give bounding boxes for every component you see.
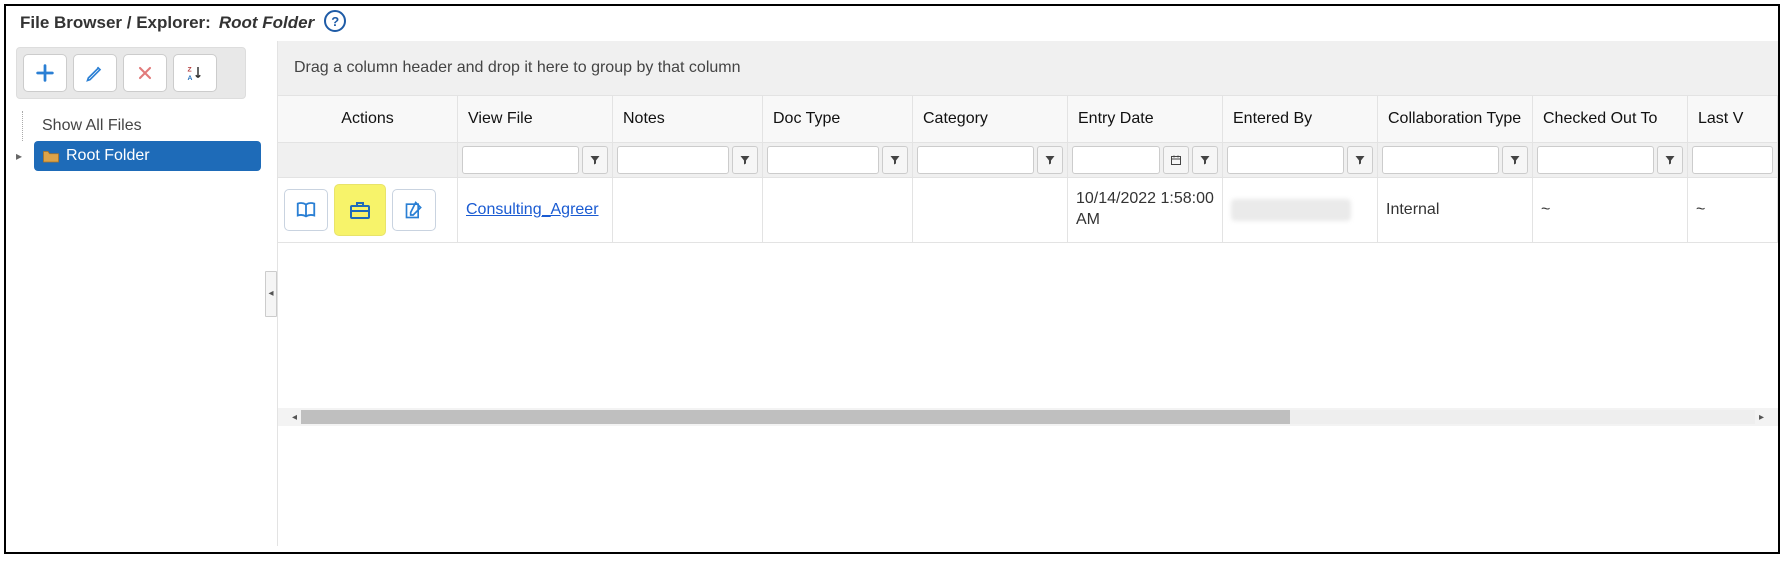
filter-icon[interactable] bbox=[882, 146, 908, 174]
filter-checked bbox=[1533, 143, 1688, 177]
scroll-right-icon[interactable]: ▸ bbox=[1755, 412, 1768, 423]
filter-notes-input[interactable] bbox=[617, 146, 729, 174]
filter-doctype-input[interactable] bbox=[767, 146, 879, 174]
cell-doctype bbox=[763, 178, 913, 242]
filter-icon[interactable] bbox=[732, 146, 758, 174]
col-last-v[interactable]: Last V bbox=[1688, 96, 1778, 142]
cell-collab: Internal bbox=[1378, 178, 1533, 242]
add-button[interactable] bbox=[23, 54, 67, 92]
redacted-value bbox=[1231, 199, 1351, 221]
help-icon[interactable]: ? bbox=[324, 10, 346, 32]
grid-header-row: Actions View File Notes Doc Type Categor… bbox=[278, 96, 1778, 143]
tree-root-folder[interactable]: ▸ Root Folder bbox=[34, 141, 261, 171]
col-entry-date[interactable]: Entry Date bbox=[1068, 96, 1223, 142]
file-link[interactable]: Consulting_Agreer bbox=[466, 201, 599, 219]
cell-checked-out: ~ bbox=[1533, 178, 1688, 242]
view-action-button[interactable] bbox=[284, 189, 328, 231]
grid-filter-row bbox=[278, 143, 1778, 178]
cell-last-v: ~ bbox=[1688, 178, 1778, 242]
col-collab-type[interactable]: Collaboration Type bbox=[1378, 96, 1533, 142]
sort-button[interactable]: Z A bbox=[173, 54, 217, 92]
filter-notes bbox=[613, 143, 763, 177]
filter-lastv bbox=[1688, 143, 1778, 177]
group-drop-zone[interactable]: Drag a column header and drop it here to… bbox=[278, 41, 1778, 96]
cell-actions bbox=[278, 178, 458, 242]
filter-icon[interactable] bbox=[1192, 146, 1218, 174]
content: Z A Show All Files ▸ Root Folder bbox=[6, 40, 1778, 546]
tree-label: Root Folder bbox=[66, 147, 150, 165]
cell-entry-date: 10/14/2022 1:58:00 AM bbox=[1068, 178, 1223, 242]
filter-enteredby-input[interactable] bbox=[1227, 146, 1344, 174]
filter-collab bbox=[1378, 143, 1533, 177]
col-view-file[interactable]: View File bbox=[458, 96, 613, 142]
filter-view bbox=[458, 143, 613, 177]
filter-icon[interactable] bbox=[1657, 146, 1683, 174]
expand-icon[interactable]: ▸ bbox=[16, 149, 22, 163]
main-panel: Drag a column header and drop it here to… bbox=[277, 41, 1778, 546]
collapse-handle-icon[interactable]: ◂ bbox=[265, 271, 277, 317]
sort-za-icon: Z A bbox=[186, 64, 204, 82]
table-row: Consulting_Agreer 10/14/2022 1:58:00 AM … bbox=[278, 178, 1778, 243]
scroll-track[interactable] bbox=[301, 410, 1755, 424]
edit-button[interactable] bbox=[73, 54, 117, 92]
pencil-icon bbox=[85, 63, 105, 83]
filter-entry bbox=[1068, 143, 1223, 177]
filter-category-input[interactable] bbox=[917, 146, 1034, 174]
cell-entered-by bbox=[1223, 178, 1378, 242]
app-frame: File Browser / Explorer: Root Folder ? Z bbox=[4, 4, 1780, 554]
folder-icon bbox=[42, 148, 60, 164]
scroll-left-icon[interactable]: ◂ bbox=[288, 412, 301, 423]
page-header: File Browser / Explorer: Root Folder ? bbox=[6, 12, 1778, 40]
header-prefix: File Browser / Explorer: bbox=[20, 13, 211, 33]
filter-icon[interactable] bbox=[1347, 146, 1373, 174]
scroll-thumb[interactable] bbox=[301, 410, 1290, 424]
filter-view-input[interactable] bbox=[462, 146, 579, 174]
filter-enteredby bbox=[1223, 143, 1378, 177]
calendar-icon[interactable] bbox=[1163, 146, 1189, 174]
col-entered-by[interactable]: Entered By bbox=[1223, 96, 1378, 142]
svg-text:A: A bbox=[188, 75, 193, 82]
briefcase-action-button[interactable] bbox=[334, 184, 386, 236]
svg-text:Z: Z bbox=[188, 67, 192, 74]
tree-label: Show All Files bbox=[42, 117, 142, 135]
cell-view-file: Consulting_Agreer bbox=[458, 178, 613, 242]
filter-doctype bbox=[763, 143, 913, 177]
filter-icon[interactable] bbox=[582, 146, 608, 174]
tree-show-all[interactable]: Show All Files bbox=[34, 111, 261, 141]
filter-lastv-input[interactable] bbox=[1692, 146, 1773, 174]
col-actions[interactable]: Actions bbox=[278, 96, 458, 142]
cell-category bbox=[913, 178, 1068, 242]
filter-icon[interactable] bbox=[1502, 146, 1528, 174]
header-location: Root Folder bbox=[219, 13, 314, 33]
sidebar-toolbar: Z A bbox=[16, 47, 246, 99]
edit-action-button[interactable] bbox=[392, 189, 436, 231]
filter-category bbox=[913, 143, 1068, 177]
filter-icon[interactable] bbox=[1037, 146, 1063, 174]
col-doc-type[interactable]: Doc Type bbox=[763, 96, 913, 142]
filter-entry-input[interactable] bbox=[1072, 146, 1160, 174]
splitter[interactable]: ◂ bbox=[271, 41, 277, 546]
filter-checked-input[interactable] bbox=[1537, 146, 1654, 174]
cell-notes bbox=[613, 178, 763, 242]
briefcase-icon bbox=[348, 198, 372, 222]
folder-tree: Show All Files ▸ Root Folder bbox=[16, 111, 261, 171]
edit-note-icon bbox=[404, 200, 424, 220]
book-open-icon bbox=[295, 199, 317, 221]
col-checked-out[interactable]: Checked Out To bbox=[1533, 96, 1688, 142]
col-notes[interactable]: Notes bbox=[613, 96, 763, 142]
horizontal-scrollbar[interactable]: ◂ ▸ bbox=[278, 408, 1778, 426]
x-icon bbox=[135, 63, 155, 83]
col-category[interactable]: Category bbox=[913, 96, 1068, 142]
plus-icon bbox=[34, 62, 56, 84]
filter-collab-input[interactable] bbox=[1382, 146, 1499, 174]
delete-button[interactable] bbox=[123, 54, 167, 92]
filter-actions bbox=[278, 143, 458, 177]
sidebar: Z A Show All Files ▸ Root Folder bbox=[6, 41, 271, 546]
